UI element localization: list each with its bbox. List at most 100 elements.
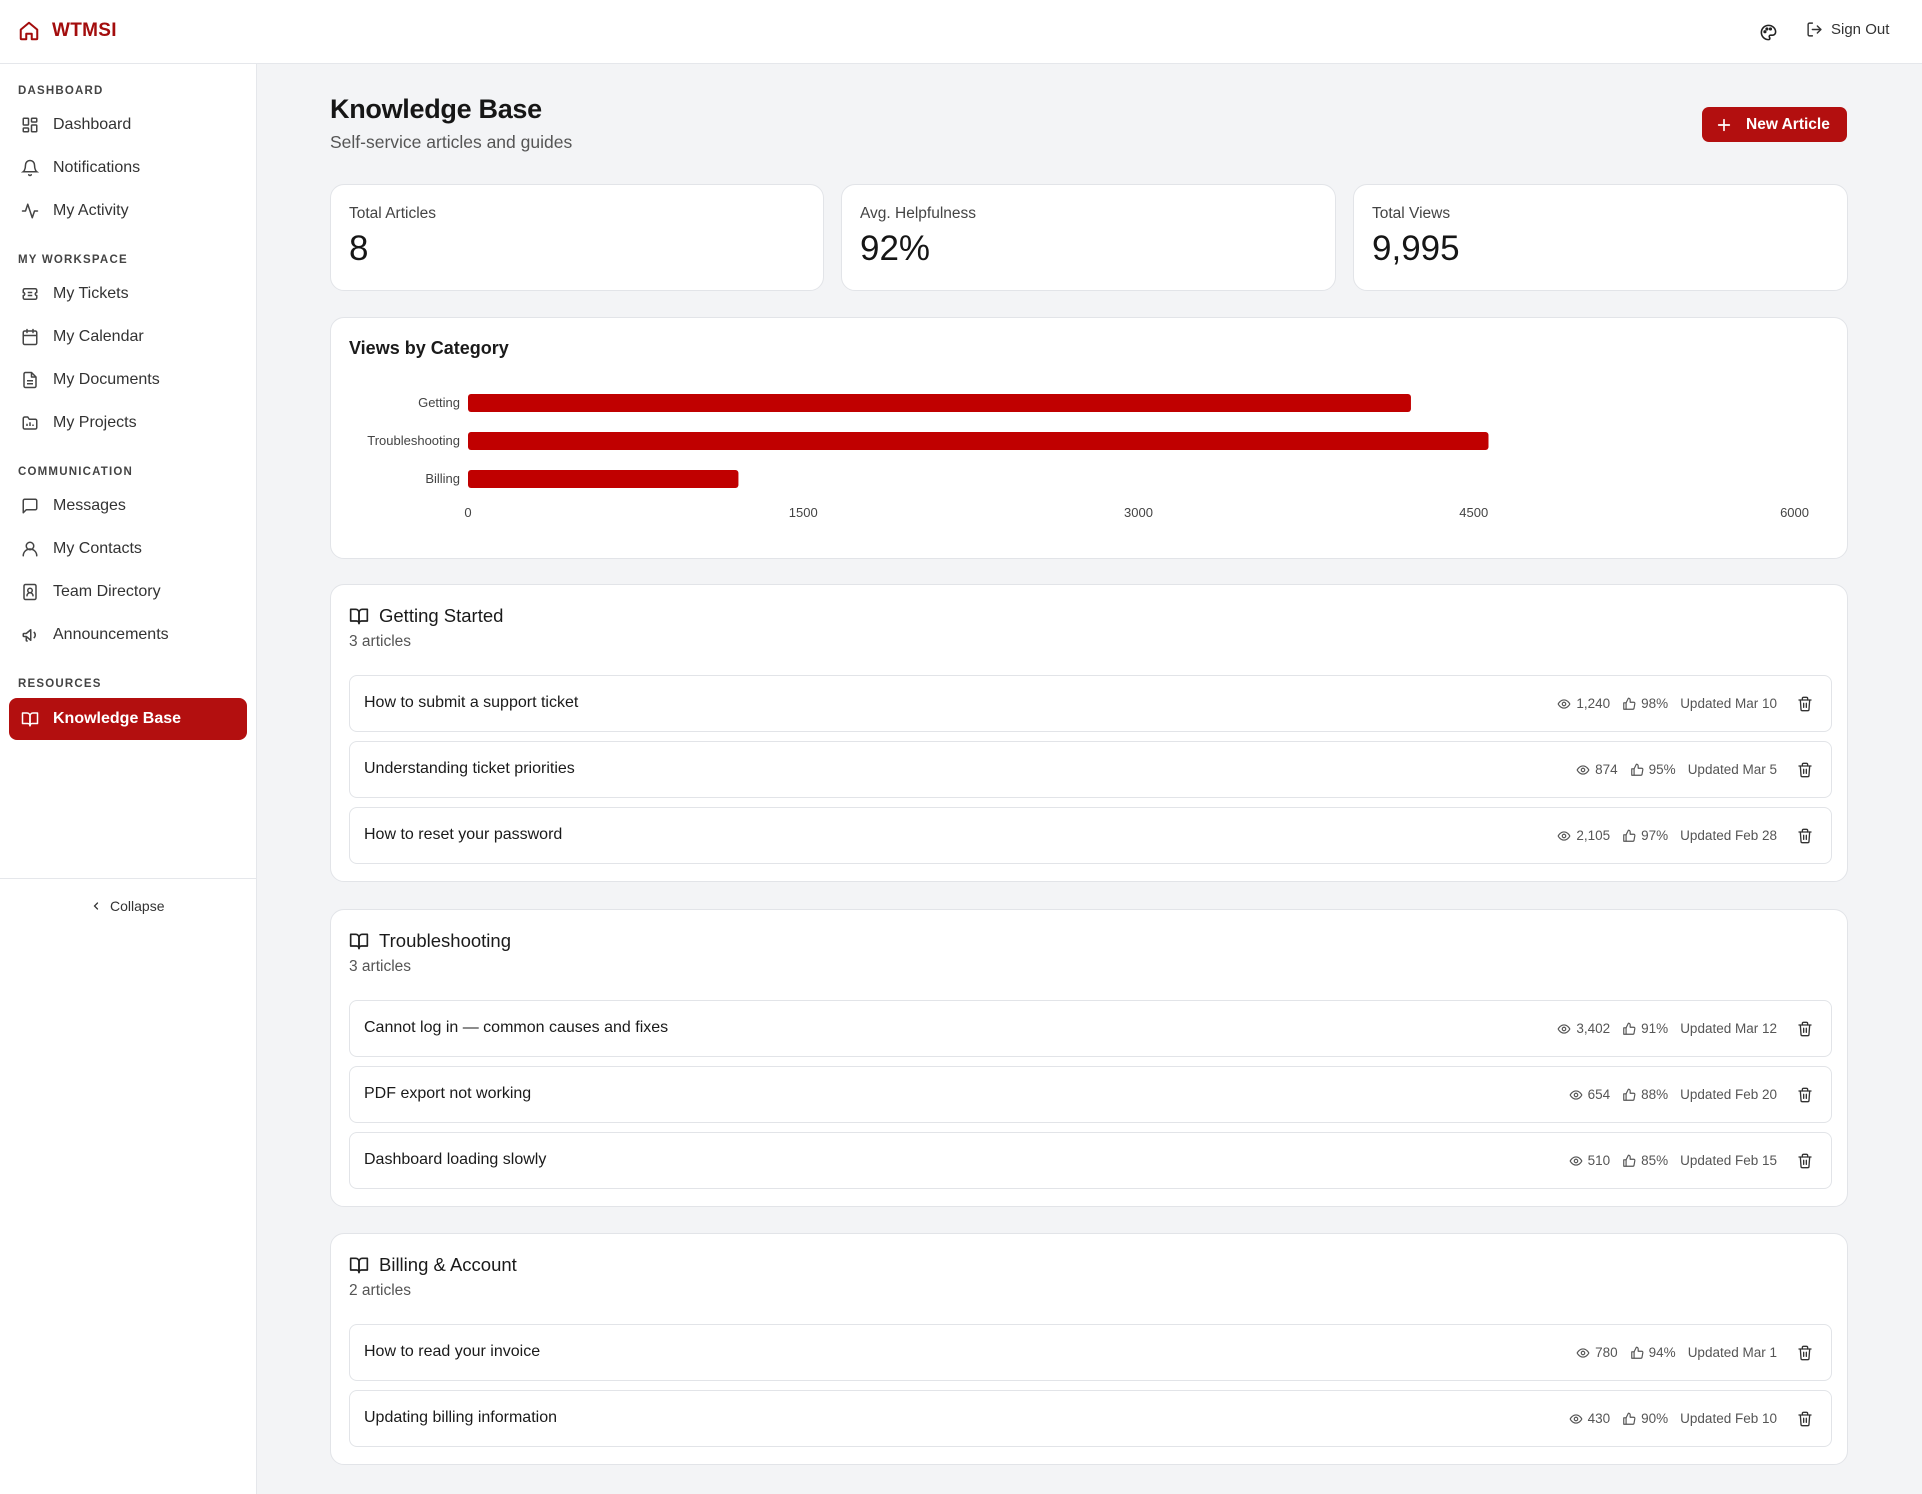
article-views: 430 bbox=[1569, 1411, 1610, 1426]
new-article-button[interactable]: New Article bbox=[1702, 107, 1847, 142]
category-label: Getting bbox=[418, 395, 460, 410]
article-views: 654 bbox=[1569, 1087, 1610, 1102]
group-title: Billing & Account bbox=[379, 1254, 517, 1275]
sidebar-item-my-tickets[interactable]: My Tickets bbox=[9, 274, 247, 314]
views-count: 780 bbox=[1595, 1345, 1618, 1360]
article-meta: 2,105 97% Updated Feb 28 bbox=[1557, 808, 1813, 863]
group-article-count: 3 articles bbox=[349, 958, 412, 975]
helpful-percent: 94% bbox=[1648, 1345, 1676, 1360]
article-group-card: Troubleshooting 3 articles Cannot log in… bbox=[330, 909, 1848, 1207]
book-open-icon bbox=[349, 931, 369, 951]
stat-label: Avg. Helpfulness bbox=[860, 205, 977, 222]
stat-value: 9,995 bbox=[1372, 229, 1460, 268]
thumbs-up-icon bbox=[1622, 697, 1636, 711]
sidebar-item-team-directory[interactable]: Team Directory bbox=[9, 572, 247, 612]
brand[interactable]: WTMSI bbox=[18, 20, 117, 42]
eye-icon bbox=[1576, 1346, 1590, 1360]
delete-article-button[interactable] bbox=[1797, 1087, 1813, 1103]
sidebar-item-notifications[interactable]: Notifications bbox=[9, 148, 247, 188]
sidebar-item-label: My Calendar bbox=[53, 328, 144, 345]
article-row[interactable]: PDF export not working 654 88% Updated F… bbox=[349, 1066, 1832, 1123]
thumbs-up-icon bbox=[1630, 763, 1644, 777]
trash-icon bbox=[1797, 1411, 1813, 1427]
trash-icon bbox=[1797, 1021, 1813, 1037]
brand-name: WTMSI bbox=[52, 20, 117, 41]
stat-label: Total Views bbox=[1372, 205, 1451, 222]
sidebar-item-my-calendar[interactable]: My Calendar bbox=[9, 317, 247, 357]
group-title: Troubleshooting bbox=[379, 930, 511, 951]
section-label-dashboard: DASHBOARD bbox=[18, 85, 104, 97]
article-group-card: Getting Started 3 articles How to submit… bbox=[330, 584, 1848, 882]
helpful-percent: 88% bbox=[1641, 1087, 1669, 1102]
sidebar-item-my-documents[interactable]: My Documents bbox=[9, 360, 247, 400]
group-header: Troubleshooting bbox=[349, 930, 511, 952]
bar bbox=[468, 394, 1411, 412]
article-title: How to reset your password bbox=[364, 826, 563, 843]
article-updated: Updated Mar 12 bbox=[1680, 1021, 1777, 1036]
sidebar-item-my-projects[interactable]: My Projects bbox=[9, 403, 247, 443]
sidebar-item-label: My Tickets bbox=[53, 285, 129, 302]
activity-icon bbox=[21, 202, 39, 220]
article-row[interactable]: How to read your invoice 780 94% Updated… bbox=[349, 1324, 1832, 1381]
trash-icon bbox=[1797, 696, 1813, 712]
sidebar-item-knowledge-base[interactable]: Knowledge Base bbox=[9, 698, 247, 740]
sidebar-item-my-contacts[interactable]: My Contacts bbox=[9, 529, 247, 569]
sign-out-label: Sign Out bbox=[1831, 21, 1890, 38]
directory-icon bbox=[21, 583, 39, 601]
sidebar-item-announcements[interactable]: Announcements bbox=[9, 615, 247, 655]
eye-icon bbox=[1569, 1154, 1583, 1168]
article-title: Dashboard loading slowly bbox=[364, 1151, 547, 1168]
article-title: Cannot log in — common causes and fixes bbox=[364, 1019, 669, 1036]
theme-button[interactable] bbox=[1756, 20, 1780, 44]
stat-card-avg-helpfulness: Avg. Helpfulness 92% bbox=[841, 184, 1336, 291]
article-row[interactable]: How to reset your password 2,105 97% Upd… bbox=[349, 807, 1832, 864]
helpful-percent: 97% bbox=[1641, 828, 1669, 843]
eye-icon bbox=[1569, 1412, 1583, 1426]
logout-icon bbox=[1806, 21, 1823, 38]
sidebar-item-my-activity[interactable]: My Activity bbox=[9, 191, 247, 231]
article-updated: Updated Mar 5 bbox=[1687, 762, 1777, 777]
delete-article-button[interactable] bbox=[1797, 828, 1813, 844]
article-row[interactable]: Updating billing information 430 90% Upd… bbox=[349, 1390, 1832, 1447]
delete-article-button[interactable] bbox=[1797, 1411, 1813, 1427]
helpful-percent: 98% bbox=[1641, 696, 1669, 711]
article-row[interactable]: How to submit a support ticket 1,240 98%… bbox=[349, 675, 1832, 732]
article-row[interactable]: Dashboard loading slowly 510 85% Updated… bbox=[349, 1132, 1832, 1189]
delete-article-button[interactable] bbox=[1797, 1021, 1813, 1037]
article-updated: Updated Mar 1 bbox=[1687, 1345, 1777, 1360]
new-article-label: New Article bbox=[1746, 115, 1830, 133]
group-header: Billing & Account bbox=[349, 1254, 517, 1276]
article-views: 874 bbox=[1576, 762, 1618, 777]
group-article-count: 3 articles bbox=[349, 633, 412, 650]
delete-article-button[interactable] bbox=[1797, 696, 1813, 712]
group-article-count: 2 articles bbox=[349, 1282, 412, 1299]
sign-out-button[interactable]: Sign Out bbox=[1806, 21, 1889, 38]
palette-icon bbox=[1759, 23, 1778, 42]
views-count: 3,402 bbox=[1576, 1021, 1611, 1036]
delete-article-button[interactable] bbox=[1797, 1345, 1813, 1361]
delete-article-button[interactable] bbox=[1797, 1153, 1813, 1169]
collapse-label: Collapse bbox=[110, 898, 165, 914]
book-open-icon bbox=[349, 606, 369, 626]
folder-icon bbox=[21, 414, 39, 432]
article-helpfulness: 91% bbox=[1622, 1021, 1668, 1036]
collapse-button[interactable]: Collapse bbox=[90, 898, 164, 914]
helpful-percent: 90% bbox=[1641, 1411, 1669, 1426]
delete-article-button[interactable] bbox=[1797, 762, 1813, 778]
megaphone-icon bbox=[21, 626, 39, 644]
bar bbox=[468, 432, 1489, 450]
article-row[interactable]: Cannot log in — common causes and fixes … bbox=[349, 1000, 1832, 1057]
eye-icon bbox=[1569, 1088, 1583, 1102]
article-title: How to submit a support ticket bbox=[364, 694, 579, 711]
trash-icon bbox=[1797, 1153, 1813, 1169]
x-tick-label: 3000 bbox=[1124, 505, 1153, 520]
article-updated: Updated Feb 10 bbox=[1680, 1411, 1777, 1426]
sidebar-item-dashboard[interactable]: Dashboard bbox=[9, 105, 247, 145]
sidebar-item-messages[interactable]: Messages bbox=[9, 486, 247, 526]
article-row[interactable]: Understanding ticket priorities 874 95% … bbox=[349, 741, 1832, 798]
sidebar-item-label: Knowledge Base bbox=[53, 710, 182, 727]
sidebar: DASHBOARD Dashboard Notifications My Act… bbox=[0, 64, 257, 1494]
article-title: PDF export not working bbox=[364, 1085, 532, 1102]
article-title: Updating billing information bbox=[364, 1409, 557, 1426]
thumbs-up-icon bbox=[1622, 1154, 1636, 1168]
